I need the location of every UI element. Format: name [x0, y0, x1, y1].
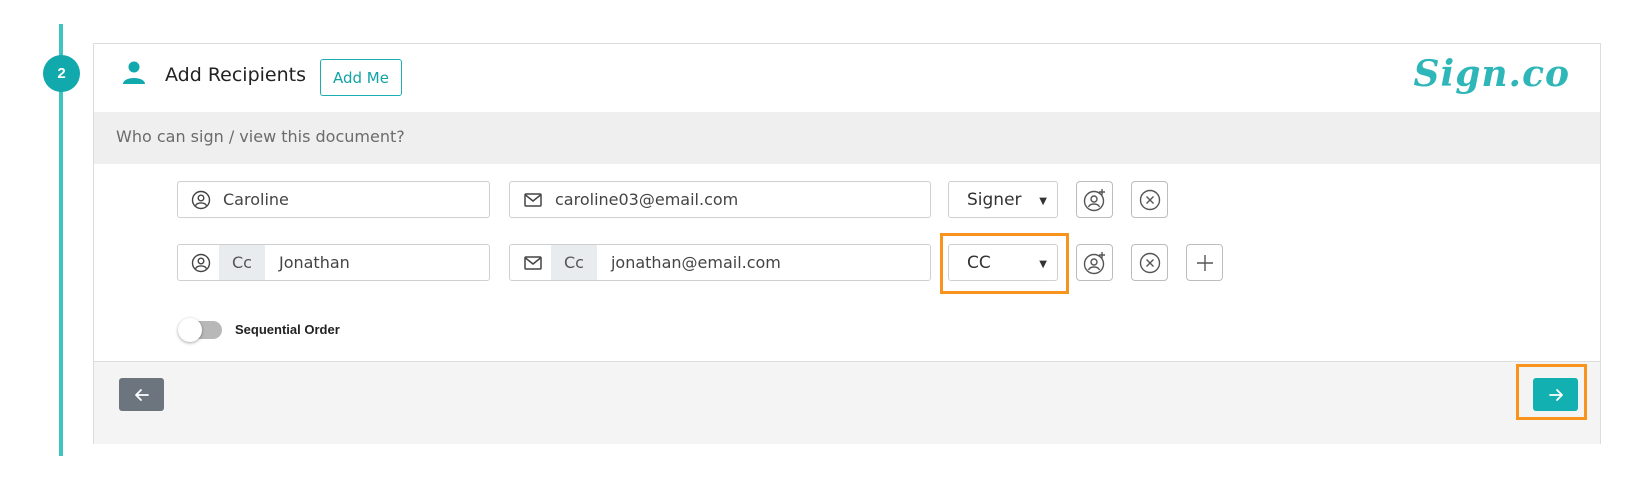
arrow-left-icon — [134, 388, 149, 401]
recipient-name-field[interactable]: Caroline — [177, 181, 490, 218]
sequential-order-label: Sequential Order — [235, 322, 340, 337]
user-circle-icon — [191, 253, 211, 272]
subheader-bar: Who can sign / view this document? — [94, 112, 1600, 164]
add-contact-button[interactable] — [1076, 181, 1113, 218]
toggle-knob — [178, 318, 202, 342]
role-select-value: CC — [967, 252, 991, 273]
envelope-icon — [524, 255, 542, 270]
cc-tag: Cc — [551, 245, 597, 280]
caret-down-icon: ▼ — [1039, 196, 1047, 207]
role-select[interactable]: Signer ▼ — [948, 181, 1058, 218]
add-contact-button[interactable] — [1076, 244, 1113, 281]
recipient-email-value: caroline03@email.com — [555, 190, 739, 209]
recipient-name-value: Jonathan — [278, 253, 350, 272]
recipient-email-field[interactable]: Cc jonathan@email.com — [509, 244, 931, 281]
sequential-order-toggle[interactable] — [178, 318, 222, 342]
recipient-name-value: Caroline — [223, 190, 289, 209]
role-select[interactable]: CC ▼ — [948, 244, 1058, 281]
back-button[interactable] — [119, 378, 164, 411]
card-header: Add Recipients Add Me Sign.co — [94, 44, 1600, 112]
role-select-value: Signer — [967, 189, 1022, 210]
close-circle-icon — [1139, 252, 1160, 273]
card-footer — [94, 361, 1600, 444]
recipient-email-value: jonathan@email.com — [610, 253, 781, 272]
close-circle-icon — [1139, 189, 1160, 210]
plus-icon — [1196, 254, 1213, 271]
caret-down-icon: ▼ — [1039, 259, 1047, 270]
recipient-email-field[interactable]: caroline03@email.com — [509, 181, 931, 218]
step-number-badge: 2 — [43, 55, 80, 92]
next-button[interactable] — [1533, 378, 1578, 411]
envelope-icon — [524, 192, 542, 207]
person-icon — [123, 61, 145, 84]
remove-recipient-button[interactable] — [1131, 244, 1168, 281]
recipients-card: Add Recipients Add Me Sign.co Who can si… — [93, 43, 1601, 444]
cc-tag: Cc — [219, 245, 265, 280]
add-contact-icon — [1083, 251, 1105, 274]
add-recipient-button[interactable] — [1186, 244, 1223, 281]
add-contact-icon — [1083, 188, 1105, 211]
user-circle-icon — [191, 190, 211, 209]
recipient-name-field[interactable]: Cc Jonathan — [177, 244, 490, 281]
brand-logo: Sign.co — [1413, 53, 1570, 95]
subheader-text: Who can sign / view this document? — [116, 127, 405, 146]
remove-recipient-button[interactable] — [1131, 181, 1168, 218]
page-title: Add Recipients — [165, 64, 307, 86]
arrow-right-icon — [1548, 388, 1563, 401]
add-me-button[interactable]: Add Me — [320, 59, 402, 96]
